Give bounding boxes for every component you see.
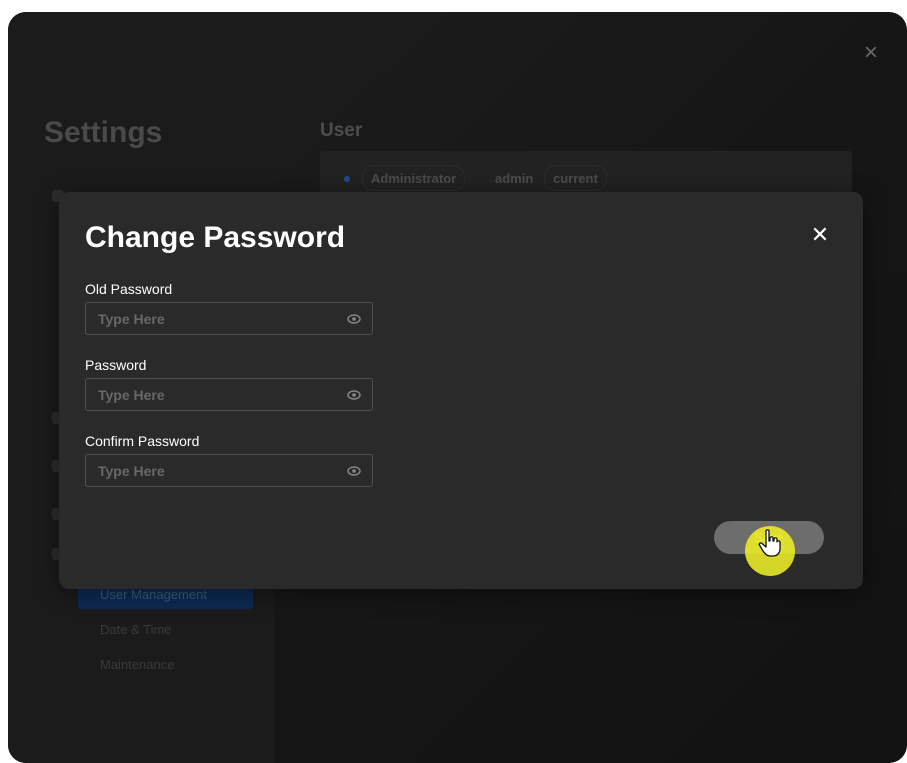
eye-icon[interactable] xyxy=(347,313,361,325)
hand-cursor-icon xyxy=(758,529,781,557)
confirm-password-label: Confirm Password xyxy=(85,433,200,449)
password-label: Password xyxy=(85,357,147,373)
user-role-chip: Administrator xyxy=(362,165,466,191)
eye-icon[interactable] xyxy=(347,465,361,477)
username-chip: admin xyxy=(495,171,534,186)
confirm-password-input[interactable] xyxy=(86,455,336,486)
close-icon[interactable]: ✕ xyxy=(807,222,833,248)
sidebar-item-maintenance[interactable]: Maintenance xyxy=(78,651,253,679)
confirm-password-field xyxy=(85,454,373,487)
current-badge: current xyxy=(544,165,607,191)
old-password-input[interactable] xyxy=(86,303,336,334)
sidebar-item-date-time[interactable]: Date & Time xyxy=(78,616,253,644)
change-password-modal: Change Password ✕ Old Password Password … xyxy=(59,192,863,589)
password-input[interactable] xyxy=(86,379,336,410)
eye-icon[interactable] xyxy=(347,389,361,401)
password-field xyxy=(85,378,373,411)
user-section-title: User xyxy=(320,120,363,141)
settings-title: Settings xyxy=(44,116,163,149)
window-close-icon[interactable]: × xyxy=(858,40,884,66)
old-password-label: Old Password xyxy=(85,281,173,297)
old-password-field xyxy=(85,302,373,335)
modal-title: Change Password xyxy=(85,221,346,254)
status-dot-icon xyxy=(344,176,350,182)
